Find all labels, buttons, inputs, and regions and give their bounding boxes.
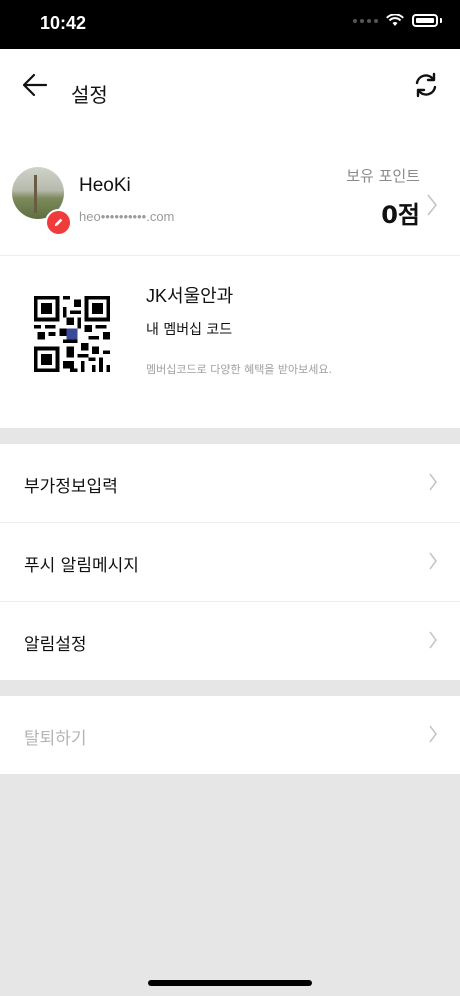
battery-tip (440, 18, 442, 23)
chevron-right-icon (429, 725, 437, 743)
menu-item-additional-info[interactable]: 부가정보입력 (0, 444, 460, 523)
points-value[interactable]: 0점 (381, 195, 420, 230)
menu-item-label: 부가정보입력 (24, 477, 118, 497)
menu-item-push-messages[interactable]: 푸시 알림메시지 (0, 523, 460, 602)
chevron-right-icon (429, 631, 437, 649)
points-label: 보유 포인트 (346, 167, 420, 185)
menu-item-label: 푸시 알림메시지 (24, 556, 139, 576)
menu-item-notification-settings[interactable]: 알림설정 (0, 602, 460, 680)
membership-description: 멤버십코드로 다양한 혜택을 받아보세요. (146, 363, 333, 376)
page-title: 설정 (71, 83, 108, 107)
status-time: 10:42 (40, 13, 87, 33)
back-arrow-icon[interactable] (20, 71, 52, 99)
menu-item-label: 알림설정 (24, 635, 87, 655)
edit-profile-button[interactable] (45, 209, 72, 236)
pencil-icon (54, 218, 63, 227)
battery-icon (412, 14, 438, 27)
header: 설정 (0, 49, 460, 131)
signal-icon (353, 18, 378, 23)
refresh-icon[interactable] (412, 71, 440, 99)
user-name: HeoKi (79, 175, 131, 196)
withdraw-label: 탈퇴하기 (24, 729, 87, 749)
store-name: JK서울안과 (146, 286, 234, 306)
status-icons (353, 14, 442, 27)
home-indicator[interactable] (148, 980, 312, 986)
menu-item-withdraw[interactable]: 탈퇴하기 (0, 696, 460, 774)
user-email: heo••••••••••.com (79, 209, 175, 224)
membership-card: JK서울안과 내 멤버십 코드 멤버십코드로 다양한 혜택을 받아보세요. (0, 256, 460, 428)
settings-menu: 부가정보입력 푸시 알림메시지 알림설정 (0, 444, 460, 680)
chevron-right-icon (429, 473, 437, 491)
status-bar: 10:42 (0, 0, 460, 49)
account-menu: 탈퇴하기 (0, 696, 460, 774)
membership-code-label: 내 멤버십 코드 (146, 322, 233, 338)
wifi-icon (386, 14, 404, 26)
avatar-photo-detail (34, 175, 37, 213)
profile-section[interactable]: HeoKi heo••••••••••.com 보유 포인트 0점 (0, 131, 460, 256)
qr-code-icon[interactable] (34, 296, 110, 372)
chevron-right-icon[interactable] (426, 193, 438, 217)
chevron-right-icon (429, 552, 437, 570)
